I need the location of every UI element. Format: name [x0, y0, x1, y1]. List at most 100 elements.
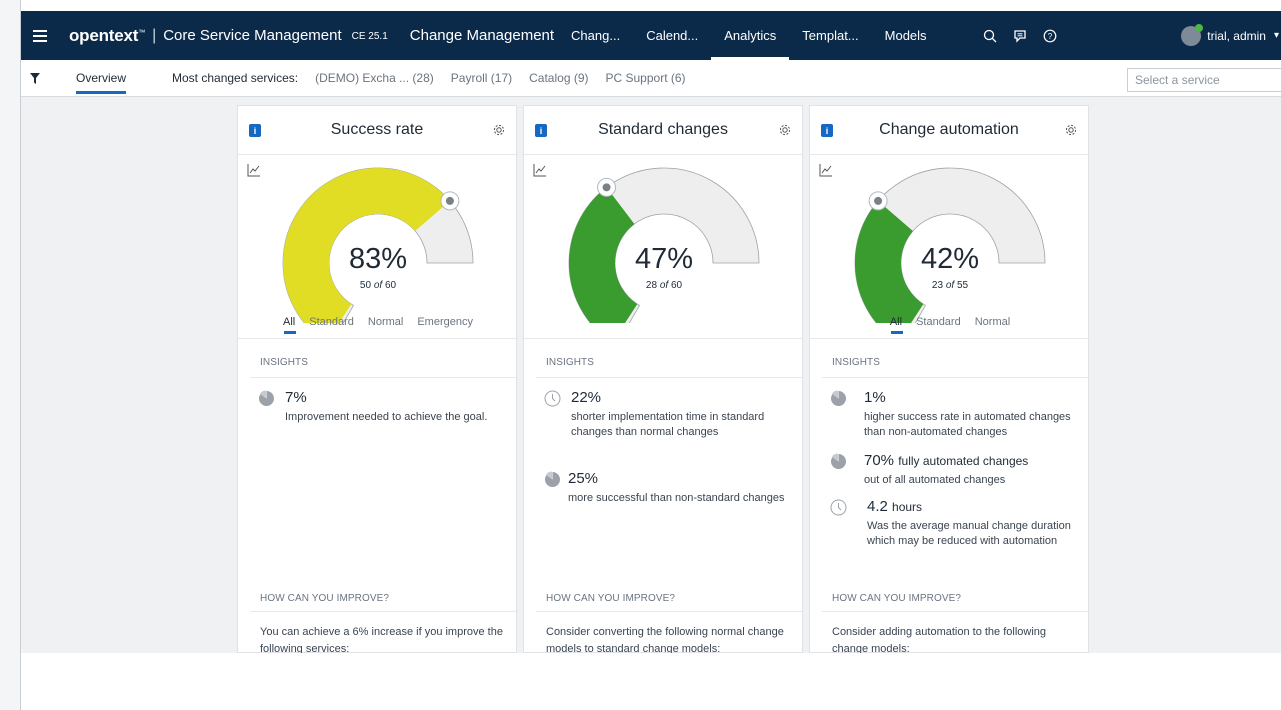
chevron-down-icon: ▾ [1273, 30, 1279, 41]
info-icon[interactable]: i [535, 124, 547, 137]
left-edge-panel [0, 0, 21, 710]
app-window: opentext™ | Core Service Management CE 2… [21, 11, 1281, 653]
tab-all[interactable]: All [890, 316, 904, 334]
user-name: trial, admin [1207, 28, 1266, 43]
insight-text: shorter implementation time in standard … [571, 411, 765, 438]
gear-icon[interactable] [492, 123, 506, 137]
divider [822, 611, 1088, 612]
divider [250, 377, 516, 378]
insight-value: 7% [285, 389, 307, 406]
tab-normal[interactable]: Normal [368, 316, 403, 334]
svg-text:?: ? [1047, 32, 1052, 41]
insight-text: out of all automated changes [864, 474, 1006, 486]
divider [810, 338, 1090, 339]
improve-label: HOW CAN YOU IMPROVE? [260, 593, 390, 604]
service-link-catalog[interactable]: Catalog (9) [529, 71, 588, 85]
tab-standard[interactable]: Standard [916, 316, 961, 334]
divider [536, 611, 802, 612]
version-label: CE 25.1 [351, 31, 388, 42]
divider [250, 611, 516, 612]
insight-text: higher success rate in automated changes… [864, 411, 1071, 438]
gauge-filter-tabs: All Standard Normal [810, 316, 1090, 334]
insight-text: Improvement needed to achieve the goal. [285, 411, 488, 423]
divider [238, 338, 518, 339]
insights-label: INSIGHTS [260, 357, 309, 368]
filter-icon[interactable] [30, 72, 40, 84]
gear-icon[interactable] [1064, 123, 1078, 137]
analytics-subbar: Overview Most changed services: (DEMO) E… [21, 60, 1281, 97]
insight-text: more successful than non-standard change… [568, 492, 785, 504]
most-changed-label: Most changed services: [172, 71, 299, 85]
tab-changes[interactable]: Chang... [558, 11, 633, 60]
tab-models[interactable]: Models [872, 11, 940, 60]
improve-label: HOW CAN YOU IMPROVE? [546, 593, 676, 604]
gauge-handle-dot [874, 196, 883, 205]
chat-icon[interactable] [1012, 28, 1028, 44]
divider [536, 377, 802, 378]
card-header: i Standard changes [524, 106, 802, 155]
clock-icon [830, 499, 847, 516]
module-title[interactable]: Change Management [410, 27, 554, 44]
gauge-percent: 83% [348, 243, 408, 275]
insights-label: INSIGHTS [546, 357, 595, 368]
screen: opentext™ | Core Service Management CE 2… [0, 0, 1281, 710]
insight-text: Was the average manual change duration w… [867, 520, 1071, 547]
divider [524, 338, 804, 339]
pie-icon [259, 390, 274, 406]
improve-label: HOW CAN YOU IMPROVE? [832, 593, 962, 604]
change-automation-card: i Change automation 42% 23 of 55 All Sta… [809, 105, 1090, 653]
card-header: i Success rate [238, 106, 516, 155]
service-select[interactable]: Select a service [1127, 68, 1281, 92]
card-title: Standard changes [598, 121, 728, 138]
pie-icon [545, 471, 560, 487]
user-menu[interactable]: trial, admin ▾ [1181, 11, 1281, 60]
product-name: Core Service Management [163, 27, 342, 44]
gauge-count: 28 of 60 [645, 280, 683, 291]
improve-text: Consider converting the following normal… [546, 626, 784, 653]
tab-normal[interactable]: Normal [975, 316, 1010, 334]
gear-icon[interactable] [778, 123, 792, 137]
gauge-count: 23 of 55 [931, 280, 969, 291]
card-title: Success rate [330, 121, 424, 138]
card-title: Change automation [879, 121, 1019, 138]
service-link-payroll[interactable]: Payroll (17) [451, 71, 512, 85]
tab-emergency[interactable]: Emergency [417, 316, 473, 334]
info-icon[interactable]: i [249, 124, 261, 137]
trend-chart-icon[interactable] [819, 163, 833, 177]
divider [822, 377, 1088, 378]
hamburger-menu-icon[interactable] [33, 29, 47, 42]
insights-label: INSIGHTS [832, 357, 881, 368]
brand-separator: | [152, 26, 157, 44]
gauge-count: 50 of 60 [359, 280, 397, 291]
insight-value: 1% [864, 389, 886, 406]
top-navigation-bar: opentext™ | Core Service Management CE 2… [21, 11, 1281, 60]
gauge-handle-dot [602, 183, 611, 192]
tab-calendar[interactable]: Calend... [633, 11, 711, 60]
gauge-percent: 47% [634, 243, 694, 275]
tab-analytics[interactable]: Analytics [711, 11, 790, 60]
search-icon[interactable] [982, 28, 998, 44]
success-rate-card: i Success rate 83% 50 of 60 All Standard… [237, 105, 518, 653]
gauge-filter-tabs: All Standard Normal Emergency [238, 316, 518, 334]
clock-icon [544, 390, 561, 407]
tab-standard[interactable]: Standard [309, 316, 354, 334]
help-icon[interactable]: ? [1042, 28, 1058, 44]
gauge-handle-dot [445, 196, 454, 205]
service-link-exchange[interactable]: (DEMO) Excha ... (28) [315, 71, 434, 85]
tab-overview[interactable]: Overview [76, 60, 127, 97]
improve-text: Consider adding automation to the follow… [832, 626, 1047, 653]
brand-logo[interactable]: opentext™ [69, 26, 145, 46]
gauge-percent: 42% [920, 243, 980, 275]
pie-icon [831, 390, 846, 406]
insight-value: 4.2 hours [867, 498, 923, 515]
trend-chart-icon[interactable] [533, 163, 547, 177]
tab-all[interactable]: All [283, 316, 297, 334]
service-link-pc-support[interactable]: PC Support (6) [606, 71, 686, 85]
info-icon[interactable]: i [821, 124, 833, 137]
avatar [1181, 23, 1204, 46]
pie-icon [831, 453, 846, 469]
trend-chart-icon[interactable] [247, 163, 261, 177]
tab-templates[interactable]: Templat... [789, 11, 871, 60]
insight-value: 70% fully automated changes [864, 452, 1029, 469]
standard-changes-card: i Standard changes 47% 28 of 60 INSIGHTS… [523, 105, 804, 653]
